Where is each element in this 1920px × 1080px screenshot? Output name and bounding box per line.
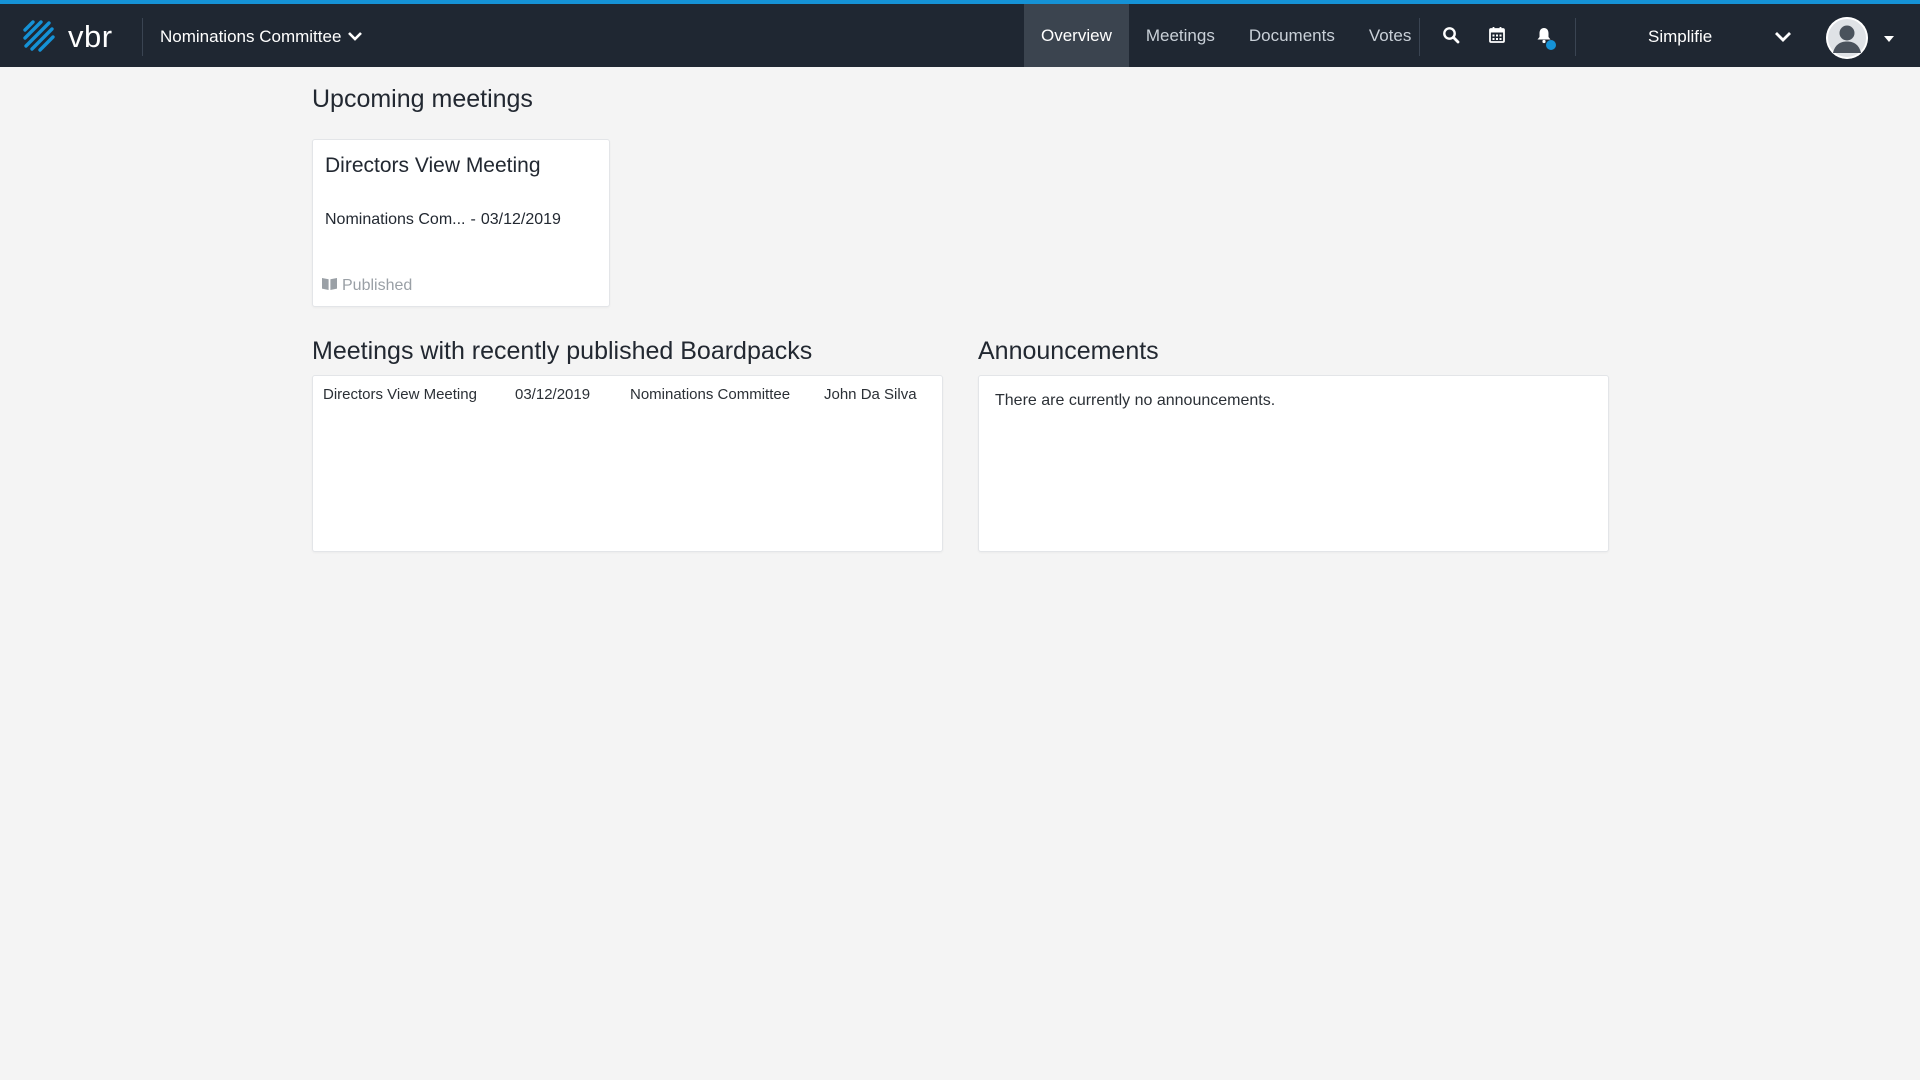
search-button[interactable] — [1436, 22, 1466, 52]
meeting-meta-separator: - — [470, 211, 476, 228]
announcements-heading: Announcements — [978, 337, 1159, 365]
boardpack-row[interactable]: Directors View Meeting 03/12/2019 Nomina… — [313, 376, 942, 414]
boardpacks-panel: Directors View Meeting 03/12/2019 Nomina… — [312, 375, 943, 552]
organisation-label: Simplifie — [1648, 27, 1713, 46]
main-nav: Overview Meetings Documents Votes — [1024, 4, 1428, 67]
calendar-button[interactable] — [1482, 22, 1512, 52]
top-navigation-bar: vbr Nominations Committee Overview Meeti… — [0, 0, 1920, 67]
divider — [142, 18, 143, 56]
user-avatar-icon — [1826, 17, 1868, 59]
organisation-selector[interactable]: Simplifie — [1648, 22, 1788, 52]
meeting-committee: Nominations Com... — [325, 211, 466, 228]
chevron-down-icon — [1772, 32, 1794, 52]
vbr-logo[interactable]: vbr — [22, 16, 113, 58]
nav-tab-votes[interactable]: Votes — [1352, 4, 1429, 67]
vbr-logo-text: vbr — [68, 19, 113, 54]
divider — [1575, 18, 1576, 56]
user-menu-button[interactable] — [1882, 32, 1896, 44]
boardpack-author: John Da Silva — [824, 386, 917, 403]
chevron-down-icon — [347, 27, 363, 47]
notification-badge — [1546, 40, 1556, 50]
nav-tab-documents[interactable]: Documents — [1232, 4, 1352, 67]
meeting-meta: Nominations Com... - 03/12/2019 — [325, 211, 561, 229]
nav-tab-meetings[interactable]: Meetings — [1129, 4, 1232, 67]
meeting-title: Directors View Meeting — [325, 154, 541, 177]
divider — [1419, 18, 1420, 56]
boardpacks-heading: Meetings with recently published Boardpa… — [312, 337, 813, 365]
search-icon — [1442, 26, 1460, 49]
upcoming-meeting-card[interactable]: Directors View Meeting Nominations Com..… — [312, 139, 610, 307]
committee-selector[interactable]: Nominations Committee — [160, 22, 363, 52]
boardpack-meeting: Directors View Meeting — [323, 386, 477, 403]
announcements-panel: There are currently no announcements. — [978, 375, 1609, 552]
open-book-icon — [321, 276, 338, 296]
committee-selector-label: Nominations Committee — [160, 27, 342, 46]
meeting-date: 03/12/2019 — [480, 211, 561, 228]
organisation-dropdown-button[interactable] — [1772, 26, 1794, 48]
boardpack-date: 03/12/2019 — [515, 386, 591, 403]
caret-down-icon — [1882, 32, 1896, 49]
notifications-button[interactable] — [1529, 22, 1559, 52]
announcements-empty-text: There are currently no announcements. — [995, 392, 1276, 409]
meeting-status-label: Published — [342, 277, 413, 294]
nav-tab-label: Votes — [1368, 25, 1412, 45]
vbr-logo-mark-icon — [22, 19, 58, 55]
boardpack-committee: Nominations Committee — [630, 386, 791, 403]
nav-tab-overview[interactable]: Overview — [1024, 4, 1129, 67]
meeting-status: Published — [321, 276, 412, 296]
upcoming-meetings-heading: Upcoming meetings — [312, 85, 533, 113]
nav-tab-label: Documents — [1248, 25, 1335, 45]
nav-tab-label: Overview — [1041, 25, 1112, 45]
user-avatar[interactable] — [1826, 17, 1868, 59]
calendar-icon — [1488, 26, 1506, 49]
nav-tab-label: Meetings — [1145, 25, 1215, 45]
